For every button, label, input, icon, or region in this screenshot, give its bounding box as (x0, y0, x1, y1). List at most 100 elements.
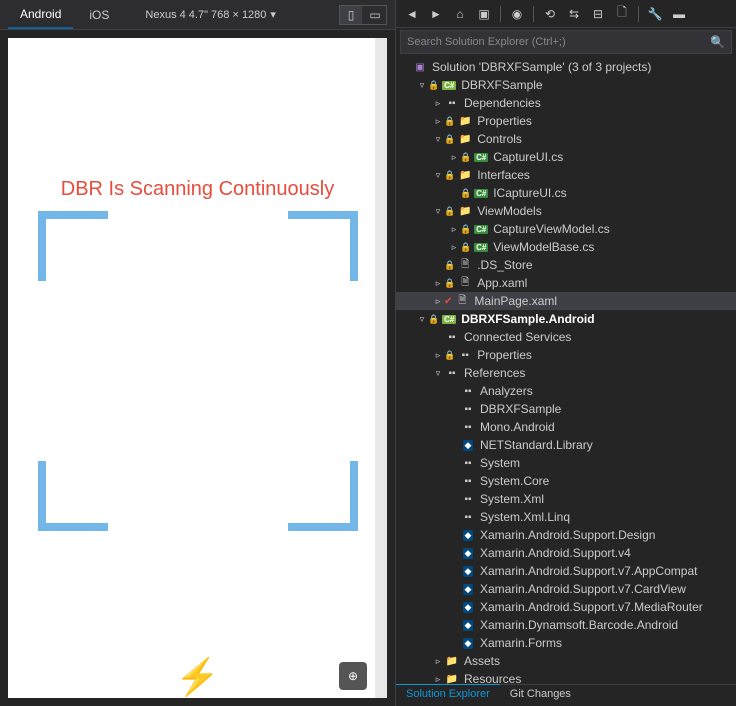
lock-icon: 🔒 (460, 188, 471, 199)
portrait-icon[interactable]: ▯ (340, 6, 362, 24)
tree-row[interactable]: ▹🔒C#CaptureUI.cs (396, 148, 736, 166)
tree-row[interactable]: ▪▪System.Xml (396, 490, 736, 508)
lock-icon: 🔒 (460, 242, 471, 253)
pending-changes-icon[interactable]: ◉ (507, 4, 527, 24)
device-label: Nexus 4 4.7" 768 × 1280 (145, 9, 266, 21)
tree-row[interactable]: ▿🔒📁ViewModels (396, 202, 736, 220)
switch-views-icon[interactable]: ▣ (474, 4, 494, 24)
tree-row[interactable]: ▿▪▪References (396, 364, 736, 382)
tree-row[interactable]: ▪▪System (396, 454, 736, 472)
expander-icon[interactable]: ▹ (432, 278, 444, 289)
tree-node-label: ViewModelBase.cs (493, 240, 594, 254)
tree-row[interactable]: ◆Xamarin.Android.Support.v7.CardView (396, 580, 736, 598)
chevron-down-icon: ▾ (270, 8, 276, 21)
search-input[interactable] (401, 36, 704, 48)
home-icon[interactable]: ⌂ (450, 4, 470, 24)
expander-icon[interactable]: ▹ (448, 224, 460, 235)
search-icon[interactable]: 🔍 (704, 35, 731, 49)
expander-icon[interactable]: ▿ (416, 314, 428, 325)
tree-node-label: Dependencies (464, 96, 541, 110)
expander-icon[interactable]: ▹ (432, 296, 444, 307)
tree-row[interactable]: ◆Xamarin.Forms (396, 634, 736, 652)
tree-row[interactable]: ▿🔒📁Interfaces (396, 166, 736, 184)
scan-frame (38, 211, 358, 531)
tree-row[interactable]: ▿🔒C#DBRXFSample.Android (396, 310, 736, 328)
tree-node-label: Xamarin.Forms (480, 636, 562, 650)
tree-node-label: Assets (464, 654, 500, 668)
tab-ios[interactable]: iOS (77, 2, 121, 28)
forward-icon[interactable]: ► (426, 4, 446, 24)
expander-icon[interactable]: ▿ (432, 134, 444, 145)
tree-row[interactable]: ◆Xamarin.Android.Support.Design (396, 526, 736, 544)
zoom-button[interactable]: ⊕ (339, 662, 367, 690)
expander-icon[interactable]: ▿ (432, 368, 444, 379)
lock-icon: 🔒 (428, 80, 439, 91)
expander-icon[interactable]: ▿ (432, 170, 444, 181)
expander-icon[interactable]: ▿ (432, 206, 444, 217)
tree-row[interactable]: 🔒C#ICaptureUI.cs (396, 184, 736, 202)
lock-icon: 🔒 (444, 170, 455, 181)
tree-row[interactable]: ▹▪▪Dependencies (396, 94, 736, 112)
tree-row[interactable]: ▪▪Analyzers (396, 382, 736, 400)
tree-row[interactable]: ▣Solution 'DBRXFSample' (3 of 3 projects… (396, 58, 736, 76)
tree-row[interactable]: ▹🔒▪▪Properties (396, 346, 736, 364)
tree-row[interactable]: ▿🔒📁Controls (396, 130, 736, 148)
solution-tree[interactable]: ▣Solution 'DBRXFSample' (3 of 3 projects… (396, 56, 736, 684)
tree-row[interactable]: ▹🔒🗎App.xaml (396, 274, 736, 292)
tab-git-changes[interactable]: Git Changes (500, 685, 581, 706)
expander-icon[interactable]: ▹ (432, 674, 444, 685)
show-all-icon[interactable]: 🗋 (612, 4, 632, 24)
tree-row[interactable]: ▿🔒C#DBRXFSample (396, 76, 736, 94)
tree-node-label: Properties (477, 114, 532, 128)
tree-row[interactable]: ◆Xamarin.Dynamsoft.Barcode.Android (396, 616, 736, 634)
expander-icon[interactable]: ▹ (432, 98, 444, 109)
tree-node-label: Xamarin.Android.Support.v7.AppCompat (480, 564, 697, 578)
tree-row[interactable]: ◆Xamarin.Android.Support.v7.MediaRouter (396, 598, 736, 616)
tree-row[interactable]: ▹🔒C#ViewModelBase.cs (396, 238, 736, 256)
preview-icon[interactable]: ▬ (669, 4, 689, 24)
sync-icon[interactable]: ⟲ (540, 4, 560, 24)
tab-android[interactable]: Android (8, 1, 73, 29)
expander-icon[interactable]: ▹ (432, 350, 444, 361)
tree-row[interactable]: ◆Xamarin.Android.Support.v4 (396, 544, 736, 562)
lock-icon: 🔒 (444, 206, 455, 217)
expander-icon[interactable]: ▹ (432, 656, 444, 667)
orientation-toggle: ▯ ▭ (339, 5, 387, 25)
back-icon[interactable]: ◄ (402, 4, 422, 24)
tree-node-label: CaptureUI.cs (493, 150, 563, 164)
device-selector[interactable]: Nexus 4 4.7" 768 × 1280 ▾ (145, 8, 276, 21)
tree-node-label: DBRXFSample (461, 78, 542, 92)
lock-icon: 🔒 (460, 224, 471, 235)
landscape-icon[interactable]: ▭ (364, 6, 386, 24)
tree-row[interactable]: ▹🔒C#CaptureViewModel.cs (396, 220, 736, 238)
expander-icon[interactable]: ▹ (448, 242, 460, 253)
tab-solution-explorer[interactable]: Solution Explorer (396, 684, 500, 706)
tree-row[interactable]: ▹🔒📁Properties (396, 112, 736, 130)
check-icon: ✔ (444, 296, 452, 307)
properties-icon[interactable]: 🔧 (645, 4, 665, 24)
tree-node-label: Interfaces (477, 168, 530, 182)
tree-row[interactable]: ▪▪System.Xml.Linq (396, 508, 736, 526)
tree-node-label: System.Xml.Linq (480, 510, 570, 524)
expander-icon[interactable]: ▹ (432, 116, 444, 127)
tree-row[interactable]: ▹📁Assets (396, 652, 736, 670)
lock-icon: 🔒 (444, 350, 455, 361)
tree-row[interactable]: ▪▪System.Core (396, 472, 736, 490)
tree-row[interactable]: ▪▪Connected Services (396, 328, 736, 346)
preview-scrollbar[interactable] (375, 38, 387, 698)
tree-node-label: Xamarin.Android.Support.v7.MediaRouter (480, 600, 703, 614)
tree-row[interactable]: ▪▪DBRXFSample (396, 400, 736, 418)
tree-row[interactable]: ◆Xamarin.Android.Support.v7.AppCompat (396, 562, 736, 580)
expander-icon[interactable]: ▹ (448, 152, 460, 163)
tree-row[interactable]: ▹📁Resources (396, 670, 736, 684)
lock-icon: 🔒 (428, 314, 439, 325)
expander-icon[interactable]: ▿ (416, 80, 428, 91)
tree-row[interactable]: 🔒🗎.DS_Store (396, 256, 736, 274)
tree-node-label: Analyzers (480, 384, 533, 398)
corner-tl (38, 211, 108, 281)
tree-row[interactable]: ◆NETStandard.Library (396, 436, 736, 454)
tree-row[interactable]: ▹✔🗎MainPage.xaml (396, 292, 736, 310)
collapse-icon[interactable]: ⊟ (588, 4, 608, 24)
tree-row[interactable]: ▪▪Mono.Android (396, 418, 736, 436)
refresh-icon[interactable]: ⇆ (564, 4, 584, 24)
